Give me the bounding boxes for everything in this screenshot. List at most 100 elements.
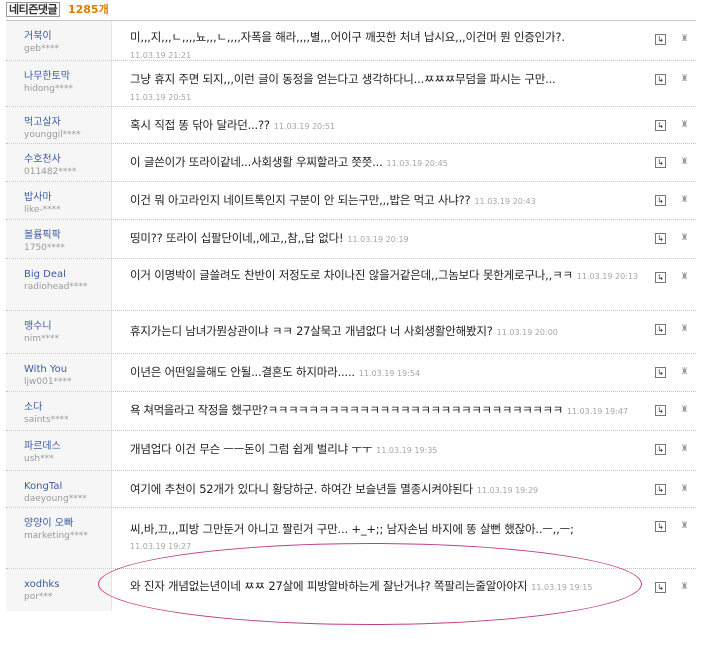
comment-row: 소다 saints**** 욕 쳐먹을라고 작정을 했구만?ㅋㅋㅋㅋㅋㅋㅋㅋㅋㅋ… <box>6 392 696 431</box>
reply-arrow-icon[interactable]: ↳ <box>655 233 666 244</box>
comment-body: 혹시 직접 똥 닦아 달라던...?? 11.03.19 20:51 <box>130 115 650 137</box>
reply-arrow-icon[interactable]: ↳ <box>655 367 666 378</box>
comments-title: 네티즌댓글 <box>6 2 61 17</box>
comment-body: 띵미?? 또라이 십팔단이네,,에고,,참,,답 없다! 11.03.19 20:… <box>130 228 650 250</box>
comment-date: 11.03.19 19:29 <box>476 486 539 495</box>
reply-arrow-icon[interactable]: ↳ <box>655 521 666 532</box>
author-id: radiohead**** <box>24 282 88 292</box>
author-id: younggil**** <box>24 130 81 140</box>
reply-arrow-icon[interactable]: ↳ <box>655 484 666 495</box>
author-id: marketing**** <box>24 531 88 541</box>
author-nickname[interactable]: Big Deal <box>24 269 111 281</box>
reply-arrow-icon[interactable]: ↳ <box>655 34 666 45</box>
siren-bell-icon[interactable]: ♜ <box>680 324 689 334</box>
siren-bell-icon[interactable]: ♜ <box>680 444 689 454</box>
comment-date: 11.03.19 19:15 <box>531 583 593 592</box>
siren-bell-icon[interactable]: ♜ <box>680 233 689 243</box>
author-nickname[interactable]: With You <box>24 364 111 376</box>
comment-text: 미,,,지,,,ㄴ,,,,뇨,,,ㄴ,,,,자폭을 해라,,,,별,,,어이구 … <box>130 30 565 44</box>
siren-bell-icon[interactable]: ♜ <box>680 582 689 592</box>
reply-arrow-icon[interactable]: ↳ <box>655 195 666 206</box>
comment-date: 11.03.19 20:45 <box>386 159 448 168</box>
comment-row: With You ljw001**** 이년은 어떤일을해도 안될...결혼도 … <box>6 354 696 392</box>
comment-body: 와 진자 개념없는년이네 ㅉㅉ 27살에 피방알바하는게 잘난거냐? 쪽팔리는줄… <box>130 577 635 597</box>
author-nickname[interactable]: 밥사마 <box>24 192 111 204</box>
comment-text: 욕 쳐먹을라고 작정을 했구만?ㅋㅋㅋㅋㅋㅋㅋㅋㅋㅋㅋㅋㅋㅋㅋㅋㅋㅋㅋㅋㅋㅋㅋㅋ… <box>130 403 563 417</box>
comment-body: 이거 이명박이 글쓸려도 찬반이 저정도로 차이나진 않을거같은데,,그놈보다 … <box>130 265 642 287</box>
author-nickname[interactable]: 소다 <box>24 402 111 414</box>
author-cell: Big Deal radiohead**** <box>6 259 112 310</box>
siren-bell-icon[interactable]: ♜ <box>680 157 689 167</box>
reply-arrow-icon[interactable]: ↳ <box>655 74 666 85</box>
author-cell: 양양이 오빠 marketing**** <box>6 508 112 568</box>
reply-arrow-icon[interactable]: ↳ <box>655 120 666 131</box>
siren-bell-icon[interactable]: ♜ <box>680 272 689 282</box>
siren-bell-icon[interactable]: ♜ <box>680 405 689 415</box>
author-cell: KongTal daeyoung**** <box>6 471 112 507</box>
comment-date: 11.03.19 20:13 <box>576 272 639 281</box>
reply-arrow-icon[interactable]: ↳ <box>655 324 666 335</box>
author-nickname[interactable]: 나무한토막 <box>24 71 111 83</box>
comment-row: 양양이 오빠 marketing**** 씨,바,끄,,,피방 그만둔거 아니고… <box>6 508 696 569</box>
comment-list: 거북이 geb**** 미,,,지,,,ㄴ,,,,뇨,,,ㄴ,,,,자폭을 해라… <box>6 21 696 611</box>
comment-text: 그냥 휴지 주면 되지,,,이런 글이 동정을 얻는다고 생각하다니...ㅉㅉㅉ… <box>130 72 556 86</box>
comment-body: 미,,,지,,,ㄴ,,,,뇨,,,ㄴ,,,,자폭을 해라,,,,별,,,어이구 … <box>130 29 650 64</box>
author-nickname[interactable]: 볼륨픽팍 <box>24 230 111 242</box>
comment-row: xodhks por*** 와 진자 개념없는년이네 ㅉㅉ 27살에 피방알바하… <box>6 569 696 611</box>
author-nickname[interactable]: KongTal <box>24 481 111 493</box>
siren-bell-icon[interactable]: ♜ <box>680 521 689 531</box>
author-nickname[interactable]: 수호천사 <box>24 154 111 166</box>
comment-text: 와 진자 개념없는년이네 ㅉㅉ 27살에 피방알바하는게 잘난거냐? 쪽팔리는줄… <box>130 579 528 593</box>
author-id: nim**** <box>24 334 59 344</box>
comment-row: 맹수니 nim**** 휴지가는디 남녀가뭔상관이냐 ㅋㅋ 27살묵고 개념없다… <box>6 311 696 354</box>
comment-date: 11.03.19 20:51 <box>130 93 192 102</box>
author-id: geb**** <box>24 44 59 54</box>
comment-text: 휴지가는디 남녀가뭔상관이냐 ㅋㅋ 27살묵고 개념없다 너 사회생활안해봤지? <box>130 324 493 338</box>
reply-arrow-icon[interactable]: ↳ <box>655 444 666 455</box>
siren-bell-icon[interactable]: ♜ <box>680 484 689 494</box>
author-cell: 맹수니 nim**** <box>6 311 112 353</box>
author-id: 1750**** <box>24 243 65 253</box>
reply-arrow-icon[interactable]: ↳ <box>655 157 666 168</box>
author-id: like-**** <box>24 205 61 215</box>
author-id: daeyoung**** <box>24 494 87 504</box>
comment-text: 이거 이명박이 글쓸려도 찬반이 저정도로 차이나진 않을거같은데,,그놈보다 … <box>130 268 573 282</box>
comment-body: 개념업다 이건 무슨 ㅡㅡ돈이 그럼 쉽게 벌리냐 ㅜㅜ 11.03.19 19:… <box>130 439 650 461</box>
siren-bell-icon[interactable]: ♜ <box>680 74 689 84</box>
comment-text: 여기에 추천이 52개가 있다니 황당하군. 하여간 보슬년들 멸종시켜야된다 <box>130 482 473 496</box>
siren-bell-icon[interactable]: ♜ <box>680 195 689 205</box>
comment-row: KongTal daeyoung**** 여기에 추천이 52개가 있다니 황당… <box>6 471 696 508</box>
siren-bell-icon[interactable]: ♜ <box>680 34 689 44</box>
author-id: por*** <box>24 592 53 602</box>
author-cell: 먹고살자 younggil**** <box>6 107 112 143</box>
author-nickname[interactable]: 양양이 오빠 <box>24 518 111 530</box>
reply-arrow-icon[interactable]: ↳ <box>655 405 666 416</box>
comment-date: 11.03.19 21:21 <box>130 51 192 60</box>
author-nickname[interactable]: 맹수니 <box>24 321 111 333</box>
comment-body: 여기에 추천이 52개가 있다니 황당하군. 하여간 보슬년들 멸종시켜야된다 1… <box>130 479 650 501</box>
reply-arrow-icon[interactable]: ↳ <box>655 272 666 283</box>
author-nickname[interactable]: 거북이 <box>24 31 111 43</box>
comment-text: 씨,바,끄,,,피방 그만둔거 아니고 짤린거 구만... +_+;; 남자손님… <box>130 522 574 536</box>
author-nickname[interactable]: 파르데스 <box>24 441 111 453</box>
comment-text: 띵미?? 또라이 십팔단이네,,에고,,참,,답 없다! <box>130 231 344 245</box>
reply-arrow-icon[interactable]: ↳ <box>655 582 666 593</box>
siren-bell-icon[interactable]: ♜ <box>680 367 689 377</box>
comment-text: 이건 뭐 아고라인지 네이트톡인지 구분이 안 되는구만,,,밥은 먹고 사냐?… <box>130 193 471 207</box>
comment-date: 11.03.19 20:00 <box>496 328 558 337</box>
comment-body: 이 글쓴이가 또라이같네...사회생활 우찌할라고 쯧쯧... 11.03.19 … <box>130 152 650 174</box>
comment-row: 파르데스 ush*** 개념업다 이건 무슨 ㅡㅡ돈이 그럼 쉽게 벌리냐 ㅜㅜ… <box>6 431 696 471</box>
comment-row: 볼륨픽팍 1750**** 띵미?? 또라이 십팔단이네,,에고,,참,,답 없… <box>6 220 696 259</box>
comment-count: 1285개 <box>67 3 109 16</box>
author-id: ljw001**** <box>24 377 72 387</box>
comment-body: 이년은 어떤일을해도 안될...결혼도 하지마라..... 11.03.19 19… <box>130 362 650 384</box>
comment-text: 혹시 직접 똥 닦아 달라던...?? <box>130 118 270 132</box>
author-nickname[interactable]: xodhks <box>24 579 111 591</box>
author-cell: 소다 saints**** <box>6 392 112 430</box>
siren-bell-icon[interactable]: ♜ <box>680 120 689 130</box>
author-id: 011482**** <box>24 167 77 177</box>
author-nickname[interactable]: 먹고살자 <box>24 117 111 129</box>
author-id: ush*** <box>24 454 54 464</box>
comment-body: 욕 쳐먹을라고 작정을 했구만?ㅋㅋㅋㅋㅋㅋㅋㅋㅋㅋㅋㅋㅋㅋㅋㅋㅋㅋㅋㅋㅋㅋㅋㅋ… <box>130 400 650 422</box>
comment-row: 수호천사 011482**** 이 글쓴이가 또라이같네...사회생활 우찌할라… <box>6 144 696 182</box>
